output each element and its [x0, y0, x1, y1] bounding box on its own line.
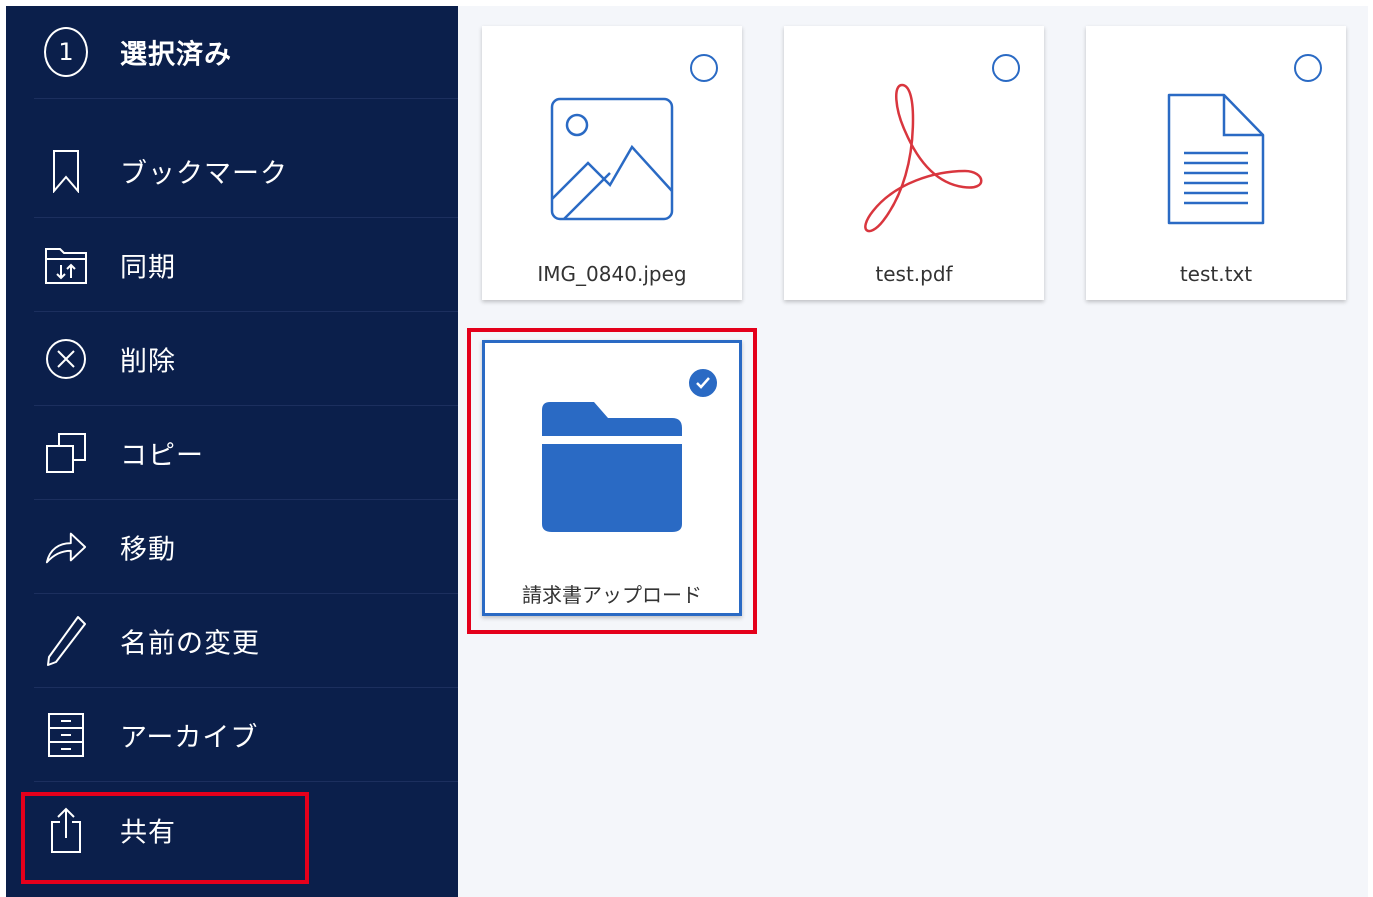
- sidebar-item-rename[interactable]: 名前の変更: [34, 595, 458, 688]
- archive-icon: [44, 713, 88, 757]
- sidebar-item-share[interactable]: 共有: [34, 783, 458, 876]
- file-name: test.pdf: [875, 262, 953, 286]
- pdf-file-icon: [784, 74, 1044, 244]
- rename-pencil-icon: [44, 616, 88, 666]
- selected-count-badge: 1: [44, 27, 88, 77]
- file-tile-image[interactable]: IMG_0840.jpeg: [482, 26, 742, 300]
- sidebar-item-delete[interactable]: 削除: [34, 313, 458, 406]
- file-tile-pdf[interactable]: test.pdf: [784, 26, 1044, 300]
- sidebar-item-label: 共有: [120, 817, 176, 848]
- selected-count-header: 1 選択済み: [34, 6, 458, 99]
- sidebar-item-sync[interactable]: 同期: [34, 219, 458, 312]
- file-tile-folder[interactable]: 請求書アップロード: [482, 340, 742, 616]
- file-grid: IMG_0840.jpeg test.pdf test.txt 請求書アップロー…: [458, 6, 1368, 897]
- sidebar-item-label: ブックマーク: [120, 158, 288, 190]
- file-name: IMG_0840.jpeg: [537, 262, 687, 286]
- selected-count-icon: 1: [44, 27, 88, 77]
- action-sidebar: 1 選択済み ブックマーク 同期 削除 コピー 移動 名前の変更 アーカイブ 共…: [6, 6, 458, 897]
- sidebar-item-label: 同期: [120, 252, 176, 284]
- sidebar-item-label: 移動: [120, 534, 176, 566]
- delete-icon: [44, 337, 88, 381]
- sidebar-item-label: 名前の変更: [120, 628, 260, 660]
- sync-folder-icon: [44, 243, 88, 287]
- image-file-icon: [482, 74, 742, 244]
- move-icon: [44, 525, 88, 569]
- file-tile-text[interactable]: test.txt: [1086, 26, 1346, 300]
- sidebar-item-archive[interactable]: アーカイブ: [34, 689, 458, 782]
- text-file-icon: [1086, 74, 1346, 244]
- share-icon: [44, 807, 88, 853]
- sidebar-item-copy[interactable]: コピー: [34, 407, 458, 500]
- sidebar-item-label: アーカイブ: [120, 722, 259, 754]
- folder-icon: [485, 383, 739, 553]
- selected-count-label: 選択済み: [120, 39, 232, 71]
- file-name: 請求書アップロード: [522, 583, 702, 607]
- sidebar-item-move[interactable]: 移動: [34, 501, 458, 594]
- bookmark-icon: [44, 149, 88, 193]
- sidebar-item-label: 削除: [120, 346, 176, 378]
- sidebar-item-label: コピー: [120, 440, 204, 472]
- file-name: test.txt: [1179, 262, 1253, 286]
- sidebar-item-bookmark[interactable]: ブックマーク: [34, 125, 458, 218]
- copy-icon: [44, 431, 88, 475]
